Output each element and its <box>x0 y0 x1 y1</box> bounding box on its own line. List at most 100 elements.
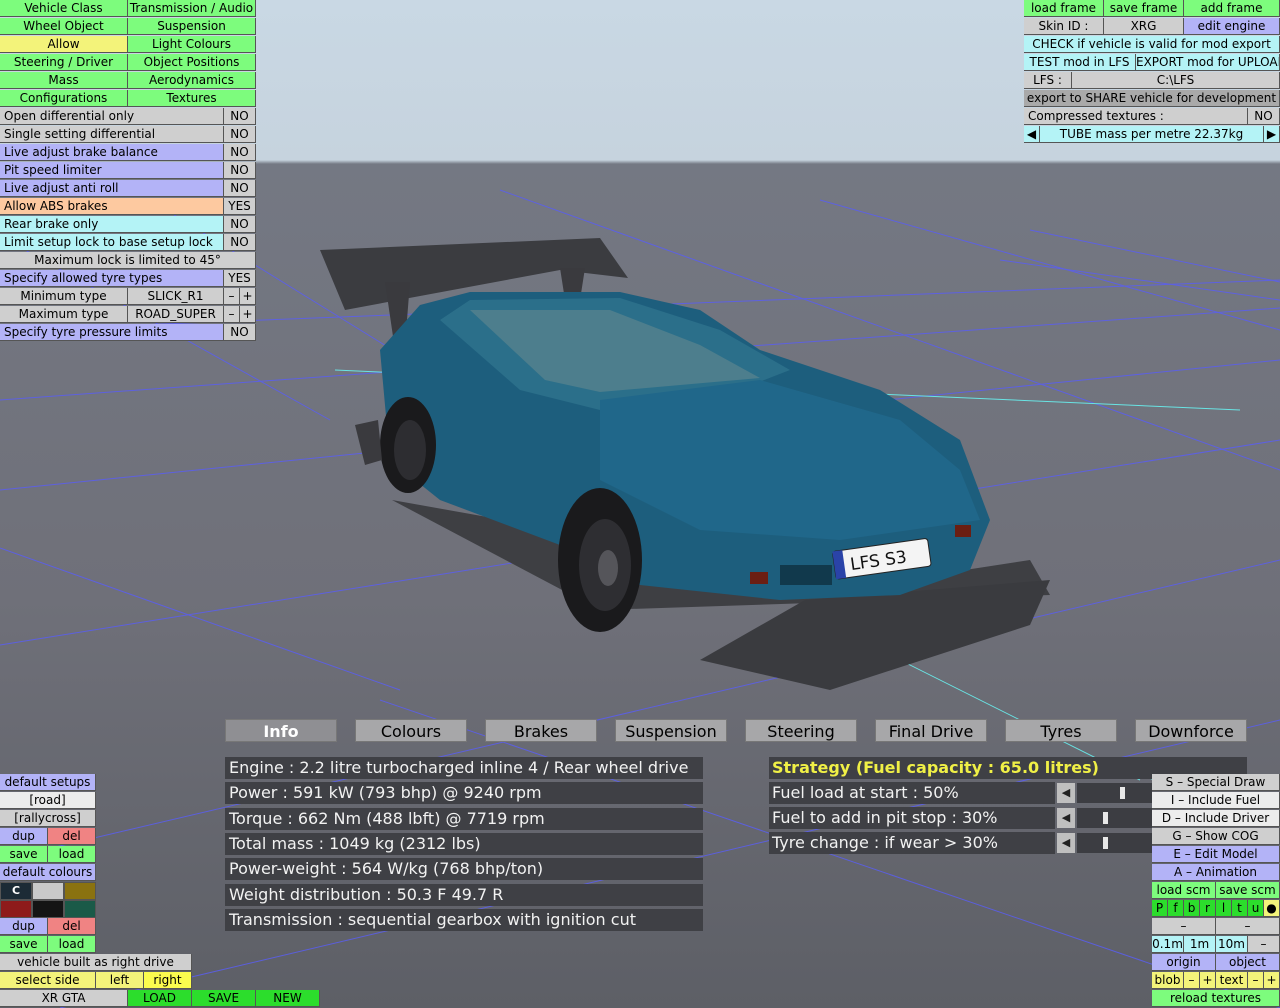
scale-button[interactable]: 1m <box>1184 936 1216 953</box>
load-scm-button[interactable]: load scm <box>1152 882 1216 899</box>
strategy-slider[interactable] <box>1077 783 1152 803</box>
draw-flag[interactable]: u <box>1248 900 1264 917</box>
load-frame-button[interactable]: load frame <box>1024 0 1104 17</box>
strategy-decrease-icon[interactable]: ◀ <box>1057 783 1075 803</box>
export-mod-button[interactable]: EXPORT mod for UPLOAD <box>1136 54 1280 71</box>
strategy-slider-knob[interactable] <box>1103 812 1108 824</box>
menu-mass[interactable]: Mass <box>0 72 128 89</box>
allow-row-value[interactable]: NO <box>224 234 256 251</box>
right-drive-toggle[interactable]: vehicle built as right drive <box>0 954 192 971</box>
menu-object-positions[interactable]: Object Positions <box>128 54 256 71</box>
menu-allow[interactable]: Allow <box>0 36 128 53</box>
include-driver-button[interactable]: D – Include Driver <box>1152 810 1280 827</box>
special-draw-button[interactable]: S – Special Draw <box>1152 774 1280 791</box>
allow-row-label[interactable]: Limit setup lock to base setup lock <box>0 234 224 251</box>
colour-save-button[interactable]: save <box>0 936 48 953</box>
setup-save-button[interactable]: save <box>0 846 48 863</box>
origin-button[interactable]: origin <box>1152 954 1216 971</box>
tube-mass-left-icon[interactable]: ◀ <box>1024 126 1040 143</box>
new-vehicle-button[interactable]: NEW <box>256 990 320 1007</box>
export-share-button[interactable]: export to SHARE vehicle for development <box>1024 90 1280 107</box>
tyre-pressure-value[interactable]: NO <box>224 324 256 341</box>
strategy-slider-knob[interactable] <box>1120 787 1125 799</box>
side-right-button[interactable]: right <box>144 972 192 989</box>
min-type-minus-button[interactable]: – <box>224 288 240 305</box>
tab-info[interactable]: Info <box>225 719 337 742</box>
tab-tyres[interactable]: Tyres <box>1005 719 1117 742</box>
menu-textures[interactable]: Textures <box>128 90 256 107</box>
menu-aerodynamics[interactable]: Aerodynamics <box>128 72 256 89</box>
scale-button[interactable]: 0.1m <box>1152 936 1184 953</box>
tab-suspension[interactable]: Suspension <box>615 719 727 742</box>
colour-dup-button[interactable]: dup <box>0 918 48 935</box>
road-setup[interactable]: [road] <box>0 792 96 809</box>
side-left-button[interactable]: left <box>96 972 144 989</box>
include-fuel-button[interactable]: I – Include Fuel <box>1152 792 1280 809</box>
default-colours-button[interactable]: default colours <box>0 864 96 881</box>
test-mod-button[interactable]: TEST mod in LFS <box>1024 54 1136 71</box>
allow-row-label[interactable]: Live adjust anti roll <box>0 180 224 197</box>
rallycross-setup[interactable]: [rallycross] <box>0 810 96 827</box>
dash-button-2[interactable]: – <box>1216 918 1280 935</box>
tab-downforce[interactable]: Downforce <box>1135 719 1247 742</box>
text-minus-button[interactable]: – <box>1248 972 1264 989</box>
colour-swatch[interactable] <box>64 882 96 900</box>
allow-row-value[interactable]: YES <box>224 198 256 215</box>
allow-row-value[interactable]: NO <box>224 162 256 179</box>
strategy-decrease-icon[interactable]: ◀ <box>1057 833 1075 853</box>
add-frame-button[interactable]: add frame <box>1184 0 1280 17</box>
allow-row-value[interactable]: NO <box>224 180 256 197</box>
menu-wheel-object[interactable]: Wheel Object <box>0 18 128 35</box>
setup-del-button[interactable]: del <box>48 828 96 845</box>
colour-swatch[interactable] <box>32 882 64 900</box>
allow-row-label[interactable]: Single setting differential <box>0 126 224 143</box>
strategy-slider-knob[interactable] <box>1103 837 1108 849</box>
draw-flag[interactable]: t <box>1232 900 1248 917</box>
edit-engine-button[interactable]: edit engine <box>1184 18 1280 35</box>
colour-swatch[interactable] <box>32 900 64 918</box>
load-vehicle-button[interactable]: LOAD <box>128 990 192 1007</box>
allow-row-label[interactable]: Pit speed limiter <box>0 162 224 179</box>
lfs-path[interactable]: C:\LFS <box>1072 72 1280 89</box>
draw-flag[interactable]: l <box>1216 900 1232 917</box>
menu-steering-driver[interactable]: Steering / Driver <box>0 54 128 71</box>
skin-id-value[interactable]: XRG <box>1104 18 1184 35</box>
strategy-slider[interactable] <box>1077 808 1152 828</box>
text-plus-button[interactable]: + <box>1264 972 1280 989</box>
tyre-types-label[interactable]: Specify allowed tyre types <box>0 270 224 287</box>
allow-row-label[interactable]: Open differential only <box>0 108 224 125</box>
save-frame-button[interactable]: save frame <box>1104 0 1184 17</box>
default-setups-button[interactable]: default setups <box>0 774 96 791</box>
colour-load-button[interactable]: load <box>48 936 96 953</box>
draw-flag[interactable]: ● <box>1264 900 1280 917</box>
colour-swatch-c[interactable]: C <box>0 882 32 900</box>
tab-final-drive[interactable]: Final Drive <box>875 719 987 742</box>
scale-button[interactable]: – <box>1248 936 1280 953</box>
animation-button[interactable]: A – Animation <box>1152 864 1280 881</box>
allow-row-label[interactable]: Allow ABS brakes <box>0 198 224 215</box>
edit-model-button[interactable]: E – Edit Model <box>1152 846 1280 863</box>
compressed-textures-value[interactable]: NO <box>1248 108 1280 125</box>
menu-vehicle-class[interactable]: Vehicle Class <box>0 0 128 17</box>
menu-transmission-audio[interactable]: Transmission / Audio <box>128 0 256 17</box>
draw-flag[interactable]: r <box>1200 900 1216 917</box>
blob-plus-button[interactable]: + <box>1200 972 1216 989</box>
blob-minus-button[interactable]: – <box>1184 972 1200 989</box>
menu-suspension[interactable]: Suspension <box>128 18 256 35</box>
tyre-pressure-label[interactable]: Specify tyre pressure limits <box>0 324 224 341</box>
menu-configurations[interactable]: Configurations <box>0 90 128 107</box>
colour-swatch[interactable] <box>0 900 32 918</box>
save-vehicle-button[interactable]: SAVE <box>192 990 256 1007</box>
tyre-types-value[interactable]: YES <box>224 270 256 287</box>
tab-steering[interactable]: Steering <box>745 719 857 742</box>
max-type-minus-button[interactable]: – <box>224 306 240 323</box>
colour-del-button[interactable]: del <box>48 918 96 935</box>
setup-load-button[interactable]: load <box>48 846 96 863</box>
min-type-plus-button[interactable]: + <box>240 288 256 305</box>
scale-button[interactable]: 10m <box>1216 936 1248 953</box>
allow-row-value[interactable]: NO <box>224 216 256 233</box>
strategy-decrease-icon[interactable]: ◀ <box>1057 808 1075 828</box>
menu-light-colours[interactable]: Light Colours <box>128 36 256 53</box>
setup-dup-button[interactable]: dup <box>0 828 48 845</box>
max-type-plus-button[interactable]: + <box>240 306 256 323</box>
